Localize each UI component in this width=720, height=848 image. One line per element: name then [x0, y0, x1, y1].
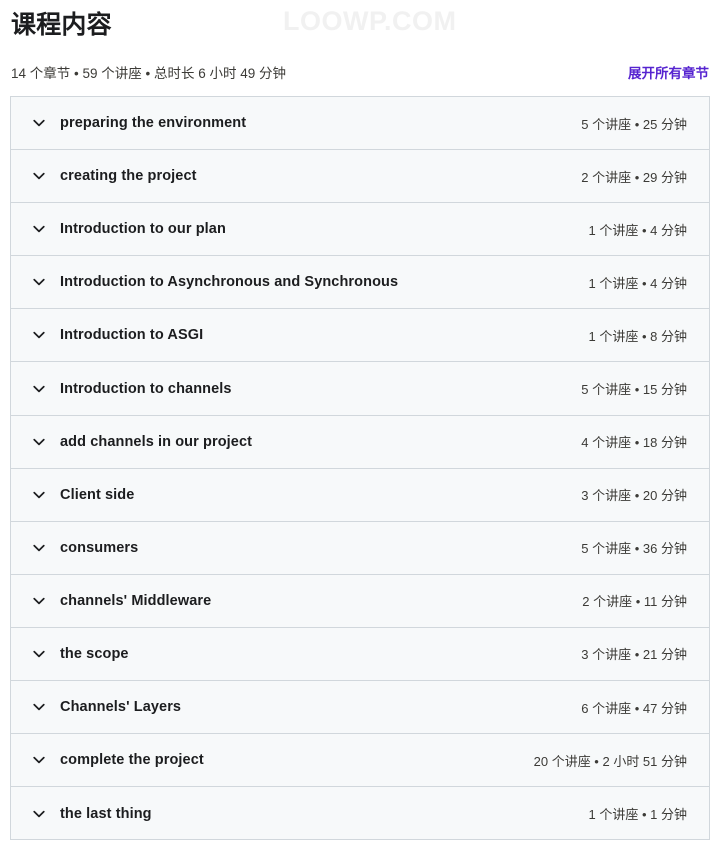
section-row[interactable]: Introduction to Asynchronous and Synchro… — [11, 256, 709, 310]
section-row[interactable]: Introduction to our plan 1 个讲座 • 4 分钟 — [11, 203, 709, 257]
site-watermark: LOOWP.COM — [283, 6, 457, 36]
section-meta: 3 个讲座 • 20 分钟 — [581, 488, 687, 504]
section-row[interactable]: Introduction to ASGI 1 个讲座 • 8 分钟 — [11, 309, 709, 363]
section-title: Introduction to Asynchronous and Synchro… — [60, 274, 399, 291]
chevron-down-icon[interactable] — [31, 646, 47, 662]
chevron-down-icon[interactable] — [31, 115, 47, 131]
section-row[interactable]: channels' Middleware 2 个讲座 • 11 分钟 — [11, 574, 709, 628]
section-row[interactable]: Client side 3 个讲座 • 20 分钟 — [11, 468, 709, 522]
section-title: consumers — [60, 539, 139, 556]
section-meta: 1 个讲座 • 1 分钟 — [588, 807, 687, 823]
section-title: channels' Middleware — [60, 592, 212, 609]
section-title: Introduction to channels — [60, 380, 232, 397]
section-meta: 4 个讲座 • 18 分钟 — [581, 435, 687, 451]
section-title: Introduction to ASGI — [60, 327, 204, 344]
section-title: creating the project — [60, 168, 197, 185]
chevron-down-icon[interactable] — [31, 168, 47, 184]
course-meta-bar: 14 个章节 • 59 个讲座 • 总时长 6 小时 49 分钟 展开所有章节 — [11, 63, 709, 85]
chevron-down-icon[interactable] — [31, 221, 47, 237]
chevron-down-icon[interactable] — [31, 327, 47, 343]
section-row[interactable]: Introduction to channels 5 个讲座 • 15 分钟 — [11, 362, 709, 416]
expand-all-sections-link[interactable]: 展开所有章节 — [628, 64, 709, 84]
section-title: the scope — [60, 645, 129, 662]
section-row[interactable]: consumers 5 个讲座 • 36 分钟 — [11, 521, 709, 575]
chevron-down-icon[interactable] — [31, 806, 47, 822]
chevron-down-icon[interactable] — [31, 540, 47, 556]
section-row[interactable]: the last thing 1 个讲座 • 1 分钟 — [11, 787, 709, 839]
section-meta: 6 个讲座 • 47 分钟 — [581, 700, 687, 716]
section-row[interactable]: Channels' Layers 6 个讲座 • 47 分钟 — [11, 681, 709, 735]
section-title: complete the project — [60, 752, 204, 769]
section-row[interactable]: add channels in our project 4 个讲座 • 18 分钟 — [11, 415, 709, 469]
section-meta: 2 个讲座 • 29 分钟 — [581, 169, 687, 185]
chevron-down-icon[interactable] — [31, 752, 47, 768]
chevron-down-icon[interactable] — [31, 593, 47, 609]
section-title: the last thing — [60, 805, 152, 822]
section-meta: 3 个讲座 • 21 分钟 — [581, 647, 687, 663]
section-meta: 2 个讲座 • 11 分钟 — [582, 594, 687, 610]
section-meta: 20 个讲座 • 2 小时 51 分钟 — [533, 753, 687, 769]
section-meta: 1 个讲座 • 4 分钟 — [588, 275, 687, 291]
chevron-down-icon[interactable] — [31, 487, 47, 503]
course-sections-list: preparing the environment 5 个讲座 • 25 分钟 cr… — [10, 96, 710, 840]
chevron-down-icon[interactable] — [31, 699, 47, 715]
section-title: Client side — [60, 486, 135, 503]
section-title: Introduction to our plan — [60, 221, 226, 238]
section-row[interactable]: complete the project 20 个讲座 • 2 小时 51 分钟 — [11, 734, 709, 788]
section-meta: 5 个讲座 • 15 分钟 — [581, 382, 687, 398]
section-title: add channels in our project — [60, 433, 253, 450]
section-meta: 1 个讲座 • 8 分钟 — [588, 328, 687, 344]
section-meta: 5 个讲座 • 36 分钟 — [581, 541, 687, 557]
chevron-down-icon[interactable] — [31, 381, 47, 397]
section-row[interactable]: the scope 3 个讲座 • 21 分钟 — [11, 627, 709, 682]
page-title: 课程内容 — [11, 11, 112, 39]
course-summary: 14 个章节 • 59 个讲座 • 总时长 6 小时 49 分钟 — [11, 66, 287, 81]
section-title: Channels' Layers — [60, 699, 182, 716]
chevron-down-icon[interactable] — [31, 274, 47, 290]
section-title: preparing the environment — [60, 115, 247, 132]
chevron-down-icon[interactable] — [31, 434, 47, 450]
section-meta: 5 个讲座 • 25 分钟 — [581, 116, 687, 132]
section-row[interactable]: preparing the environment 5 个讲座 • 25 分钟 — [11, 97, 709, 151]
section-row[interactable]: creating the project 2 个讲座 • 29 分钟 — [11, 150, 709, 204]
section-meta: 1 个讲座 • 4 分钟 — [588, 222, 687, 238]
